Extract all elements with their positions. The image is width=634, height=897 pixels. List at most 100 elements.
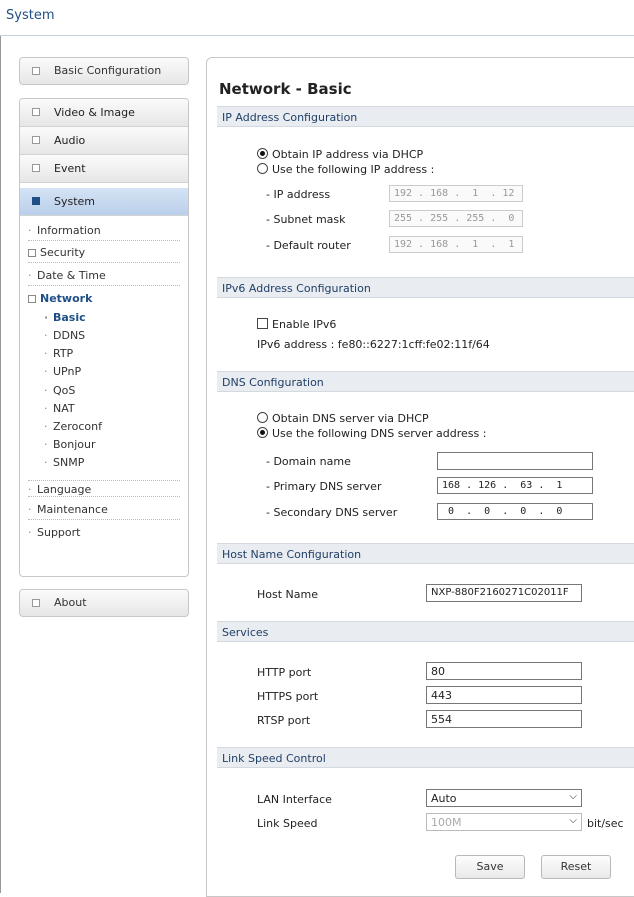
rtsp-port-input[interactable]: 554 (426, 710, 582, 728)
chevron-down-icon: ⌵ (569, 815, 577, 826)
nav-network-bonjour[interactable]: · Bonjour (44, 438, 96, 451)
expand-icon (32, 136, 40, 144)
bullet-icon: · (28, 483, 32, 496)
nav-network-qos-label: QoS (53, 384, 76, 397)
expand-icon (28, 249, 36, 257)
link-section-title: Link Speed Control (222, 752, 326, 765)
ip-section-header: IP Address Configuration (217, 106, 634, 127)
expand-icon (32, 67, 40, 75)
ip-address-label: - IP address (266, 188, 331, 201)
secondary-dns-field[interactable]: 0 . 0 . 0 . 0 (437, 503, 593, 520)
ip-dhcp-radio[interactable] (257, 148, 268, 159)
services-section-title: Services (222, 626, 269, 639)
nav-basic-configuration[interactable]: Basic Configuration (19, 57, 189, 85)
nav-network-qos[interactable]: · QoS (44, 384, 75, 397)
nav-audio[interactable]: Audio (20, 127, 188, 155)
https-port-input[interactable]: 443 (426, 686, 582, 704)
collapse-icon (28, 295, 36, 303)
nav-network-basic[interactable]: · Basic (44, 311, 86, 324)
collapse-icon (32, 197, 40, 205)
default-router-field[interactable]: 192 . 168 . 1 . 1 (389, 236, 523, 253)
bullet-icon: · (28, 503, 32, 516)
dns-static-radio[interactable] (257, 427, 268, 438)
nav-network[interactable]: Network (28, 292, 180, 305)
reset-button[interactable]: Reset (541, 855, 611, 879)
domain-name-input[interactable] (437, 452, 593, 470)
link-speed-select[interactable]: 100M ⌵ (426, 813, 582, 831)
nav-maintenance-label: Maintenance (37, 503, 108, 516)
nav-security[interactable]: Security (28, 246, 180, 263)
nav-event[interactable]: Event (20, 155, 188, 183)
bullet-icon: · (44, 384, 48, 397)
dns-static-label: Use the following DNS server address : (272, 427, 487, 440)
enable-ipv6-label: Enable IPv6 (272, 318, 337, 331)
nav-network-ddns[interactable]: · DDNS (44, 329, 85, 342)
domain-name-label: - Domain name (266, 455, 351, 468)
save-button[interactable]: Save (455, 855, 525, 879)
host-name-input[interactable]: NXP-880F2160271C02011F (426, 584, 582, 602)
host-section-title: Host Name Configuration (222, 548, 362, 561)
nav-date-time[interactable]: · Date & Time (28, 269, 180, 286)
nav-network-nat-label: NAT (53, 402, 75, 415)
nav-support[interactable]: · Support (28, 526, 180, 539)
lan-interface-select[interactable]: Auto ⌵ (426, 789, 582, 807)
services-section-header: Services (217, 621, 634, 642)
link-section-header: Link Speed Control (217, 747, 634, 768)
nav-video-image[interactable]: Video & Image (20, 99, 188, 127)
ip-address-field[interactable]: 192 . 168 . 1 . 12 (389, 185, 523, 202)
nav-about[interactable]: About (19, 589, 189, 617)
nav-video-image-label: Video & Image (54, 106, 135, 119)
nav-language-label: Language (37, 483, 92, 496)
primary-dns-field[interactable]: 168 . 126 . 63 . 1 (437, 477, 593, 494)
lan-interface-label: LAN Interface (257, 793, 332, 806)
nav-network-label: Network (40, 292, 93, 305)
nav-network-snmp[interactable]: · SNMP (44, 456, 84, 469)
https-port-label: HTTPS port (257, 690, 319, 703)
nav-group: Video & Image Audio Event System · Inform… (19, 98, 189, 577)
nav-network-snmp-label: SNMP (53, 456, 85, 469)
app-title: System (6, 8, 55, 23)
http-port-input[interactable]: 80 (426, 662, 582, 680)
nav-language[interactable]: · Language (28, 480, 180, 497)
nav-network-nat[interactable]: · NAT (44, 402, 75, 415)
nav-network-basic-label: Basic (53, 311, 86, 324)
link-speed-value: 100M (431, 816, 462, 829)
dns-section-header: DNS Configuration (217, 371, 634, 392)
bullet-icon: · (28, 224, 32, 237)
rtsp-port-label: RTSP port (257, 714, 311, 727)
nav-basic-configuration-label: Basic Configuration (54, 64, 162, 77)
bullet-icon: · (44, 365, 48, 378)
subnet-mask-field[interactable]: 255 . 255 . 255 . 0 (389, 210, 523, 227)
nav-system[interactable]: System (20, 188, 188, 216)
bullet-icon: · (44, 329, 48, 342)
nav-network-zeroconf[interactable]: · Zeroconf (44, 420, 102, 433)
nav-network-bonjour-label: Bonjour (53, 438, 96, 451)
expand-icon (32, 599, 40, 607)
link-speed-label: Link Speed (257, 817, 318, 830)
page-title: Network - Basic (219, 80, 352, 98)
nav-maintenance[interactable]: · Maintenance (28, 503, 180, 520)
nav-audio-label: Audio (54, 134, 86, 147)
bullet-icon: · (44, 420, 48, 433)
top-bar: System (0, 0, 634, 36)
dns-dhcp-radio[interactable] (257, 412, 268, 423)
host-section-header: Host Name Configuration (217, 543, 634, 564)
ipv6-section-header: IPv6 Address Configuration (217, 277, 634, 298)
bullet-icon: · (44, 347, 48, 360)
secondary-dns-label: - Secondary DNS server (266, 506, 398, 519)
bullet-icon: · (28, 526, 32, 539)
enable-ipv6-checkbox[interactable] (257, 318, 268, 329)
bullet-icon: · (44, 311, 49, 324)
nav-network-zeroconf-label: Zeroconf (53, 420, 102, 433)
nav-network-upnp[interactable]: · UPnP (44, 365, 81, 378)
ip-dhcp-label: Obtain IP address via DHCP (272, 148, 424, 161)
ip-static-radio[interactable] (257, 163, 268, 174)
nav-security-label: Security (40, 246, 86, 259)
http-port-label: HTTP port (257, 666, 312, 679)
lan-interface-value: Auto (431, 792, 457, 805)
nav-network-rtp[interactable]: · RTP (44, 347, 73, 360)
nav-event-label: Event (54, 162, 86, 175)
nav-information[interactable]: · Information (28, 224, 180, 241)
expand-icon (32, 108, 40, 116)
nav-network-upnp-label: UPnP (53, 365, 82, 378)
